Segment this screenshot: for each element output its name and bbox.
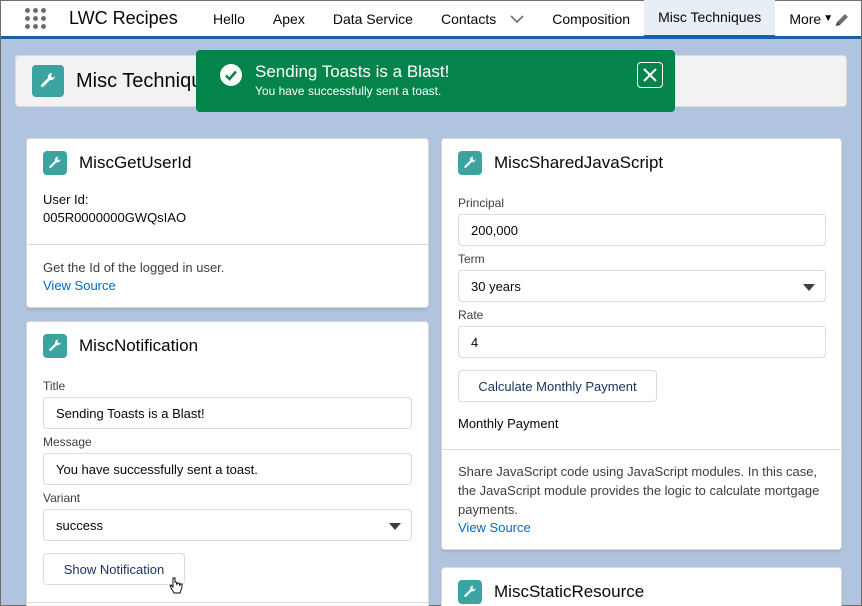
tab-misc-techniques[interactable]: Misc Techniques bbox=[644, 0, 776, 38]
tab-composition[interactable]: Composition bbox=[538, 0, 644, 38]
title-input[interactable]: Sending Toasts is a Blast! bbox=[43, 397, 412, 429]
caret-down-icon: ▼ bbox=[823, 13, 834, 24]
wrench-icon bbox=[43, 151, 67, 175]
variant-select[interactable]: success bbox=[43, 509, 412, 541]
rate-field-label: Rate bbox=[458, 308, 484, 322]
app-name: LWC Recipes bbox=[69, 8, 178, 28]
card-title: MiscSharedJavaScript bbox=[494, 153, 664, 172]
view-source-link[interactable]: View Source bbox=[458, 520, 531, 535]
rate-input[interactable]: 4 bbox=[458, 326, 826, 358]
variant-field-label: Variant bbox=[43, 491, 81, 505]
message-field-label: Message bbox=[43, 435, 92, 449]
misc-get-user-id-card: MiscGetUserId User Id: 005R0000000GWQsIA… bbox=[26, 138, 429, 308]
card-title: MiscNotification bbox=[79, 336, 199, 355]
variant-select-value: success bbox=[56, 517, 103, 533]
success-toast: Sending Toasts is a Blast! You have succ… bbox=[196, 50, 675, 112]
card-description: Share JavaScript code using JavaScript m… bbox=[458, 464, 820, 517]
hand-cursor-icon bbox=[169, 577, 183, 597]
wrench-icon bbox=[32, 65, 64, 97]
wrench-icon bbox=[458, 580, 482, 604]
wrench-icon bbox=[458, 151, 482, 175]
principal-input[interactable]: 200,000 bbox=[458, 214, 826, 246]
monthly-payment-label: Monthly Payment bbox=[458, 416, 559, 431]
term-field-label: Term bbox=[458, 252, 485, 266]
caret-down-icon bbox=[389, 523, 401, 530]
calculate-monthly-payment-button[interactable]: Calculate Monthly Payment bbox=[458, 370, 657, 402]
page-title: Misc Techniques bbox=[76, 69, 196, 92]
view-source-link[interactable]: View Source bbox=[43, 278, 116, 293]
top-navigation: LWC Recipes Hello Apex Data Service Cont… bbox=[1, 0, 861, 39]
term-select-value: 30 years bbox=[471, 278, 521, 294]
tab-data-service[interactable]: Data Service bbox=[319, 0, 427, 38]
toast-title: Sending Toasts is a Blast! bbox=[255, 62, 450, 81]
toast-close-button[interactable] bbox=[637, 62, 663, 88]
tab-contacts[interactable]: Contacts bbox=[427, 0, 538, 38]
tab-more-label: More bbox=[789, 10, 822, 27]
close-icon bbox=[643, 68, 657, 82]
app-launcher-icon[interactable] bbox=[25, 7, 49, 31]
message-input[interactable]: You have successfully sent a toast. bbox=[43, 453, 412, 485]
misc-static-resource-card: MiscStaticResource bbox=[441, 567, 842, 606]
misc-notification-card: MiscNotification Title Sending Toasts is… bbox=[26, 321, 429, 606]
wrench-icon bbox=[43, 334, 67, 358]
card-divider bbox=[27, 244, 428, 245]
show-notification-button[interactable]: Show Notification bbox=[43, 553, 185, 585]
card-title: MiscGetUserId bbox=[79, 153, 192, 172]
term-select[interactable]: 30 years bbox=[458, 270, 826, 302]
principal-field-label: Principal bbox=[458, 196, 505, 210]
tab-contacts-label: Contacts bbox=[440, 10, 497, 27]
edit-nav-pencil-icon[interactable] bbox=[833, 11, 851, 29]
chevron-down-icon[interactable] bbox=[510, 12, 524, 26]
card-divider bbox=[27, 602, 428, 603]
card-title: MiscStaticResource bbox=[494, 582, 645, 601]
toast-message: You have successfully sent a toast. bbox=[255, 84, 442, 98]
misc-shared-javascript-card: MiscSharedJavaScript Principal 200,000 T… bbox=[441, 138, 842, 550]
title-field-label: Title bbox=[43, 379, 66, 393]
card-divider bbox=[442, 449, 841, 450]
tab-apex[interactable]: Apex bbox=[259, 0, 319, 38]
success-check-icon bbox=[220, 64, 242, 86]
user-id-label: User Id: bbox=[43, 192, 89, 207]
card-description: Get the Id of the logged in user. bbox=[43, 260, 225, 275]
tab-hello[interactable]: Hello bbox=[199, 0, 259, 38]
caret-down-icon bbox=[803, 284, 815, 291]
user-id-value: 005R0000000GWQsIAO bbox=[43, 210, 187, 225]
